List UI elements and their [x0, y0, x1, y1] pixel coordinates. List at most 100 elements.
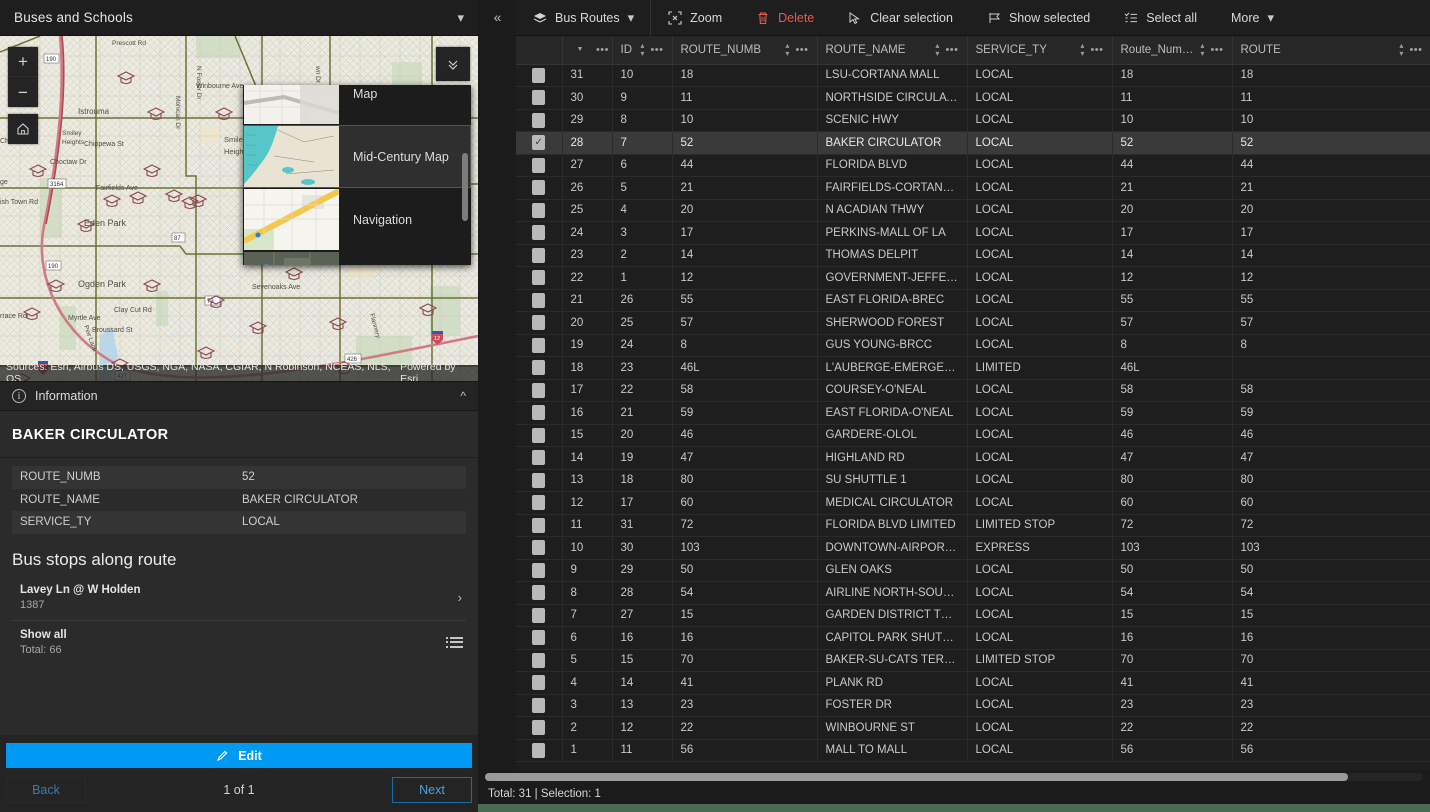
cell-service_ty[interactable]: LOCAL	[967, 694, 1112, 717]
information-header[interactable]: i Information ^	[0, 381, 478, 411]
cell-service_ty[interactable]: LOCAL	[967, 424, 1112, 447]
cell-route_name[interactable]: MEDICAL CIRCULATOR	[817, 492, 967, 515]
cell-route_name[interactable]: NORTHSIDE CIRCULAT…	[817, 87, 967, 110]
cell-route[interactable]: 17	[1232, 222, 1430, 245]
cell-route_name[interactable]: FAIRFIELDS-CORTANA …	[817, 177, 967, 200]
row-checkbox-cell[interactable]	[516, 312, 562, 335]
cell-route_name[interactable]: SCENIC HWY	[817, 109, 967, 132]
row-checkbox[interactable]	[532, 585, 545, 600]
cell-route[interactable]: 44	[1232, 154, 1430, 177]
table-row[interactable]: 202557SHERWOOD FORESTLOCAL5757	[516, 312, 1430, 335]
cell-service_ty[interactable]: LOCAL	[967, 717, 1112, 740]
column-menu-icon[interactable]: •••	[1409, 44, 1422, 56]
row-checkbox[interactable]	[532, 360, 545, 375]
row-checkbox-cell[interactable]	[516, 604, 562, 627]
cell-route_name[interactable]: BAKER-SU-CATS TERMI…	[817, 649, 967, 672]
cell-route[interactable]: 16	[1232, 627, 1430, 650]
table-row[interactable]: 25420N ACADIAN THWYLOCAL2020	[516, 199, 1430, 222]
row-checkbox-cell[interactable]	[516, 267, 562, 290]
back-button[interactable]: Back	[6, 777, 86, 803]
basemap-gallery-toggle[interactable]	[436, 47, 470, 81]
cell-route_name[interactable]: DOWNTOWN-AIRPOR…	[817, 537, 967, 560]
cell-num[interactable]: 5	[562, 649, 612, 672]
cell-route[interactable]: 10	[1232, 109, 1430, 132]
cell-num[interactable]: 21	[562, 289, 612, 312]
cell-num[interactable]: 6	[562, 627, 612, 650]
cell-route[interactable]: 80	[1232, 469, 1430, 492]
cell-route[interactable]: 8	[1232, 334, 1430, 357]
cell-service_ty[interactable]: LOCAL	[967, 402, 1112, 425]
table-row[interactable]: 27644FLORIDA BLVDLOCAL4444	[516, 154, 1430, 177]
cell-route_number[interactable]: 50	[1112, 559, 1232, 582]
cell-num[interactable]: 10	[562, 537, 612, 560]
cell-route_number[interactable]: 70	[1112, 649, 1232, 672]
cell-num[interactable]: 12	[562, 492, 612, 515]
row-checkbox[interactable]	[532, 450, 545, 465]
cell-num[interactable]: 31	[562, 64, 612, 87]
cell-route_number[interactable]: 8	[1112, 334, 1232, 357]
map-view[interactable]: 190 37 190 3164 73 427 426 87 10 12	[0, 36, 478, 381]
cell-route_numb[interactable]: 11	[672, 87, 817, 110]
cell-route_name[interactable]: GOVERNMENT-JEFFER…	[817, 267, 967, 290]
cell-service_ty[interactable]: LOCAL	[967, 267, 1112, 290]
cell-num[interactable]: 2	[562, 717, 612, 740]
cell-route_numb[interactable]: 41	[672, 672, 817, 695]
table-row[interactable]: 162159EAST FLORIDA-O'NEALLOCAL5959	[516, 402, 1430, 425]
column-menu-icon[interactable]: •••	[795, 44, 808, 56]
cell-service_ty[interactable]: LOCAL	[967, 154, 1112, 177]
cell-route[interactable]: 41	[1232, 672, 1430, 695]
cell-route_name[interactable]: GUS YOUNG-BRCC	[817, 334, 967, 357]
cell-route_name[interactable]: COURSEY-O'NEAL	[817, 379, 967, 402]
cell-num[interactable]: 22	[562, 267, 612, 290]
column-header-id[interactable]: ID▴▾•••	[612, 36, 672, 64]
table-row[interactable]: 26521FAIRFIELDS-CORTANA …LOCAL2121	[516, 177, 1430, 200]
row-checkbox[interactable]	[532, 630, 545, 645]
cell-service_ty[interactable]: LOCAL	[967, 289, 1112, 312]
basemap-item-mid-century-map[interactable]: Mid-Century Map	[243, 125, 471, 188]
cell-route[interactable]: 58	[1232, 379, 1430, 402]
cell-id[interactable]: 2	[612, 244, 672, 267]
cell-id[interactable]: 20	[612, 424, 672, 447]
column-header-route_name[interactable]: ROUTE_NAME▴▾•••	[817, 36, 967, 64]
cell-id[interactable]: 12	[612, 717, 672, 740]
table-row[interactable]: 61616CAPITOL PARK SHUTTLELOCAL1616	[516, 627, 1430, 650]
cell-num[interactable]: 4	[562, 672, 612, 695]
cell-route[interactable]: 72	[1232, 514, 1430, 537]
cell-service_ty[interactable]: LOCAL	[967, 447, 1112, 470]
table-row[interactable]: 121760MEDICAL CIRCULATORLOCAL6060	[516, 492, 1430, 515]
cell-route[interactable]: 52	[1232, 132, 1430, 155]
chevron-up-icon[interactable]: ^	[460, 389, 466, 403]
cell-route_number[interactable]: 46	[1112, 424, 1232, 447]
cell-route_name[interactable]: PLANK RD	[817, 672, 967, 695]
cell-service_ty[interactable]: LOCAL	[967, 177, 1112, 200]
cell-service_ty[interactable]: LOCAL	[967, 222, 1112, 245]
row-checkbox-cell[interactable]	[516, 739, 562, 762]
cell-route_name[interactable]: L'AUBERGE-EMERGE LI…	[817, 357, 967, 380]
cell-route_name[interactable]: SU SHUTTLE 1	[817, 469, 967, 492]
row-checkbox-cell[interactable]	[516, 132, 562, 155]
cell-num[interactable]: 27	[562, 154, 612, 177]
row-checkbox[interactable]	[532, 270, 545, 285]
cell-num[interactable]: 20	[562, 312, 612, 335]
cell-route_number[interactable]: 17	[1112, 222, 1232, 245]
cell-route_number[interactable]: 15	[1112, 604, 1232, 627]
cell-route_number[interactable]: 11	[1112, 87, 1232, 110]
cell-route_number[interactable]: 10	[1112, 109, 1232, 132]
column-header-service_ty[interactable]: SERVICE_TY▴▾•••	[967, 36, 1112, 64]
cell-num[interactable]: 3	[562, 694, 612, 717]
map-zoom-out-button[interactable]: −	[8, 77, 38, 107]
row-checkbox[interactable]	[532, 608, 545, 623]
row-checkbox[interactable]	[532, 698, 545, 713]
row-checkbox[interactable]	[532, 90, 545, 105]
sort-icon[interactable]: ▴▾	[640, 42, 644, 58]
cell-route_name[interactable]: N ACADIAN THWY	[817, 199, 967, 222]
basemap-item-map[interactable]: Map	[243, 85, 471, 125]
row-checkbox-cell[interactable]	[516, 199, 562, 222]
cell-num[interactable]: 19	[562, 334, 612, 357]
cell-route_numb[interactable]: 46	[672, 424, 817, 447]
cell-route_numb[interactable]: 22	[672, 717, 817, 740]
cell-route_number[interactable]: 18	[1112, 64, 1232, 87]
show-selected-button[interactable]: Show selected	[970, 0, 1107, 36]
cell-num[interactable]: 14	[562, 447, 612, 470]
table-row[interactable]: 41441PLANK RDLOCAL4141	[516, 672, 1430, 695]
